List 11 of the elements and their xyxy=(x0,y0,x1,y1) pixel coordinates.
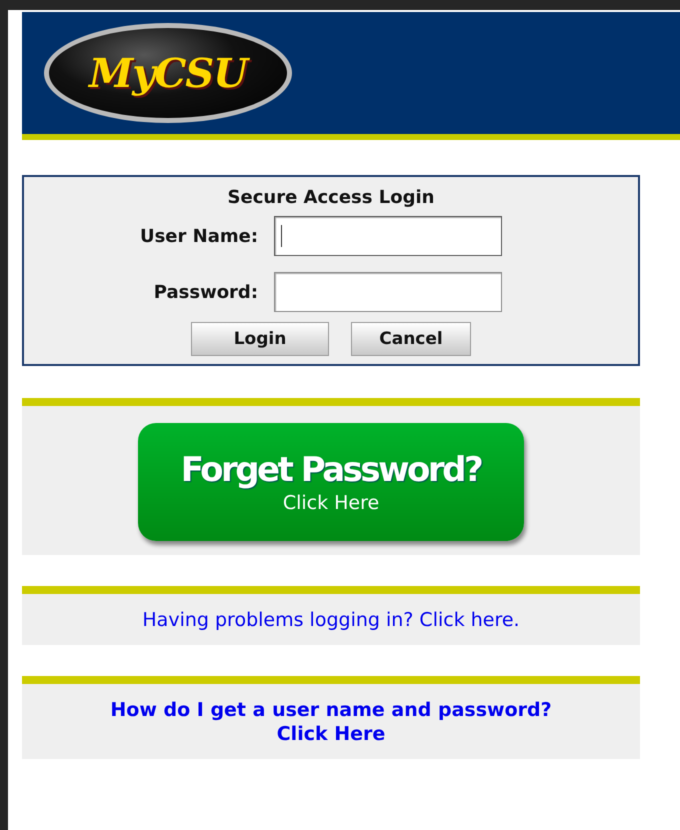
login-title: Secure Access Login xyxy=(228,187,434,208)
help-link[interactable]: Having problems logging in? Click here. xyxy=(142,608,520,633)
forgot-password-button[interactable]: Forget Password? Click Here xyxy=(138,423,524,541)
field-label: Password: xyxy=(152,282,258,302)
password-field[interactable] xyxy=(274,272,502,312)
cancel-button[interactable]: Cancel xyxy=(351,322,471,356)
help-link[interactable]: How do I get a user name and password? Click Here xyxy=(110,698,552,748)
login-button[interactable]: Login xyxy=(191,322,329,356)
username-field[interactable] xyxy=(274,216,502,256)
field-label: User Name: xyxy=(140,226,258,246)
site-logo[interactable]: MyCSU xyxy=(44,23,292,123)
